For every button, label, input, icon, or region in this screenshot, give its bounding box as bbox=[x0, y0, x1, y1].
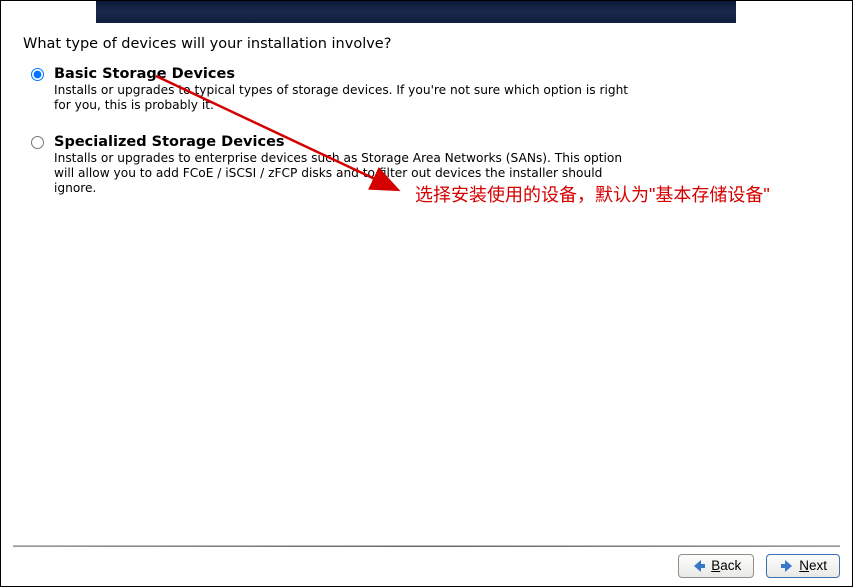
back-button[interactable]: Back bbox=[678, 554, 754, 578]
option-basic-title: Basic Storage Devices bbox=[54, 66, 830, 82]
option-basic-content: Basic Storage Devices Installs or upgrad… bbox=[54, 66, 830, 114]
arrow-left-icon bbox=[691, 558, 707, 574]
arrow-right-icon bbox=[779, 558, 795, 574]
device-options: Basic Storage Devices Installs or upgrad… bbox=[23, 66, 830, 196]
radio-specialized-storage[interactable] bbox=[31, 136, 44, 149]
radio-basic-storage[interactable] bbox=[31, 68, 44, 81]
installer-window: What type of devices will your installat… bbox=[0, 0, 853, 587]
question-label: What type of devices will your installat… bbox=[23, 36, 830, 52]
option-specialized-title: Specialized Storage Devices bbox=[54, 134, 830, 150]
next-button[interactable]: Next bbox=[766, 554, 840, 578]
back-label: Back bbox=[711, 558, 741, 573]
header-banner bbox=[96, 1, 736, 23]
next-label: Next bbox=[799, 558, 827, 573]
option-basic-storage[interactable]: Basic Storage Devices Installs or upgrad… bbox=[31, 66, 830, 114]
annotation-text: 选择安装使用的设备，默认为"基本存储设备" bbox=[415, 181, 770, 207]
option-basic-desc: Installs or upgrades to typical types of… bbox=[54, 83, 644, 114]
footer-bar: Back Next bbox=[13, 546, 840, 578]
